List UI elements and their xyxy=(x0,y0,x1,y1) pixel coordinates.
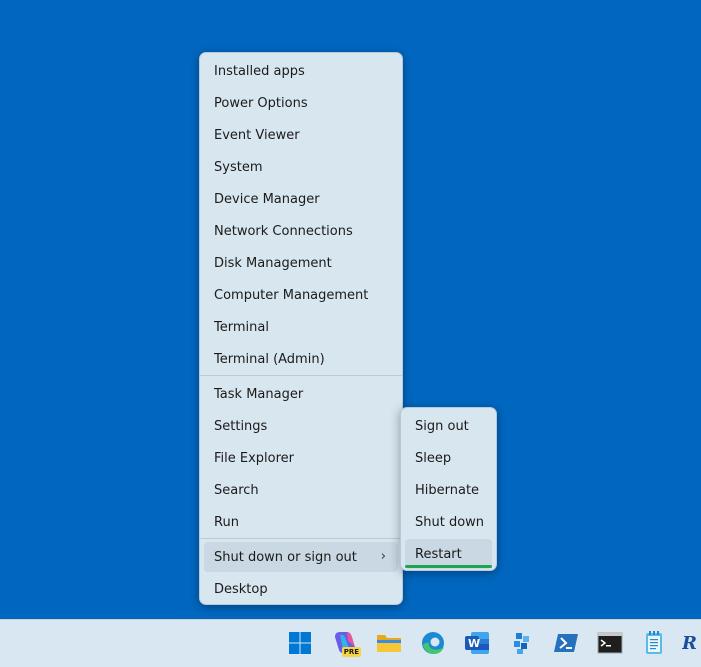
taskbar: PRE W R xyxy=(0,619,701,667)
menu-item-label: Event Viewer xyxy=(214,127,300,143)
menu-item-disk-management[interactable]: Disk Management xyxy=(204,248,398,278)
menu-item-search[interactable]: Search xyxy=(204,475,398,505)
menu-item-label: Search xyxy=(214,482,259,498)
copilot-preview-icon[interactable]: PRE xyxy=(331,629,361,657)
menu-item-label: Desktop xyxy=(214,581,268,597)
submenu-item-label: Restart xyxy=(415,546,462,562)
word-icon[interactable]: W xyxy=(463,629,491,657)
menu-item-run[interactable]: Run xyxy=(204,507,398,537)
menu-item-shut-down-or-sign-out[interactable]: Shut down or sign out › xyxy=(204,542,398,572)
submenu-item-sleep[interactable]: Sleep xyxy=(405,443,492,473)
menu-item-label: Computer Management xyxy=(214,287,369,303)
menu-item-task-manager[interactable]: Task Manager xyxy=(204,379,398,409)
menu-item-terminal[interactable]: Terminal xyxy=(204,312,398,342)
partial-app-letter: R xyxy=(682,632,697,654)
menu-item-system[interactable]: System xyxy=(204,152,398,182)
menu-item-label: Network Connections xyxy=(214,223,353,239)
menu-item-label: Installed apps xyxy=(214,63,305,79)
submenu-item-label: Sleep xyxy=(415,450,452,466)
menu-item-label: Disk Management xyxy=(214,255,332,271)
start-icon[interactable] xyxy=(286,629,314,657)
menu-item-label: Run xyxy=(214,514,239,530)
menu-item-label: System xyxy=(214,159,263,175)
menu-item-label: Task Manager xyxy=(214,386,304,402)
menu-item-label: Settings xyxy=(214,418,268,434)
menu-item-label: Device Manager xyxy=(214,191,320,207)
notepad-icon[interactable] xyxy=(640,629,668,657)
menu-item-file-explorer[interactable]: File Explorer xyxy=(204,443,398,473)
submenu-item-hibernate[interactable]: Hibernate xyxy=(405,475,492,505)
submenu-item-label: Sign out xyxy=(415,418,469,434)
preview-badge: PRE xyxy=(341,647,361,657)
menu-item-event-viewer[interactable]: Event Viewer xyxy=(204,120,398,150)
menu-item-settings[interactable]: Settings xyxy=(204,411,398,441)
menu-item-label: Terminal xyxy=(214,319,269,335)
menu-item-device-manager[interactable]: Device Manager xyxy=(204,184,398,214)
menu-item-network-connections[interactable]: Network Connections xyxy=(204,216,398,246)
command-prompt-icon[interactable] xyxy=(596,629,624,657)
menu-item-installed-apps[interactable]: Installed apps xyxy=(204,56,398,86)
menu-item-label: Terminal (Admin) xyxy=(214,351,325,367)
menu-item-desktop[interactable]: Desktop xyxy=(204,574,398,604)
menu-item-power-options[interactable]: Power Options xyxy=(204,88,398,118)
submenu-item-label: Shut down xyxy=(415,514,485,530)
partial-app-icon[interactable]: R xyxy=(682,629,701,657)
winx-context-menu: Installed apps Power Options Event Viewe… xyxy=(199,52,403,605)
menu-separator xyxy=(200,538,402,539)
menu-item-label: Shut down or sign out xyxy=(214,549,357,565)
menu-item-label: File Explorer xyxy=(214,450,295,466)
powershell-icon[interactable] xyxy=(552,629,580,657)
submenu-item-sign-out[interactable]: Sign out xyxy=(405,411,492,441)
chevron-right-icon: › xyxy=(380,549,386,564)
selection-indicator xyxy=(405,565,492,568)
menu-separator xyxy=(200,375,402,376)
submenu-item-label: Hibernate xyxy=(415,482,480,498)
submenu-item-shut-down[interactable]: Shut down xyxy=(405,507,492,537)
menu-item-terminal-admin[interactable]: Terminal (Admin) xyxy=(204,344,398,374)
edge-icon[interactable] xyxy=(419,629,447,657)
menu-item-computer-management[interactable]: Computer Management xyxy=(204,280,398,310)
file-explorer-icon[interactable] xyxy=(375,629,403,657)
hyper-v-icon[interactable] xyxy=(508,629,536,657)
shutdown-submenu: Sign out Sleep Hibernate Shut down Resta… xyxy=(400,407,497,571)
menu-item-label: Power Options xyxy=(214,95,308,111)
word-letter: W xyxy=(468,637,481,650)
